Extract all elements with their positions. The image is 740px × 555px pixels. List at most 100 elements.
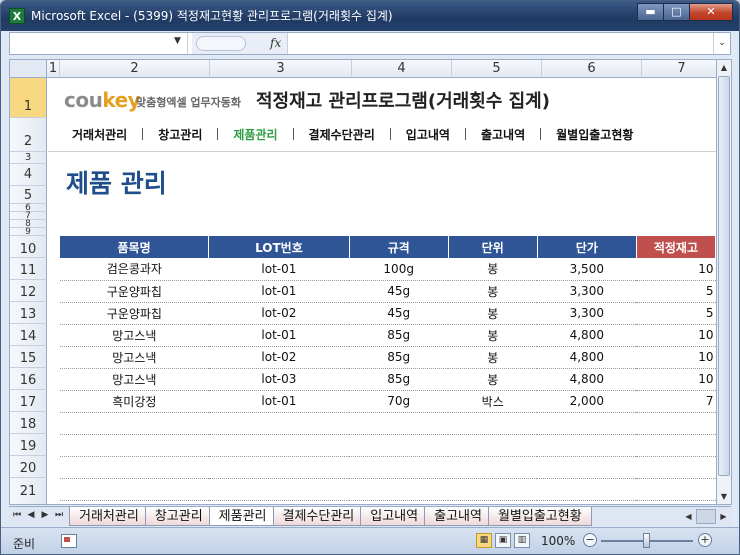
- cell-unit[interactable]: 봉: [448, 302, 538, 325]
- cell-item-name[interactable]: 구운양파칩: [60, 280, 209, 303]
- row-header[interactable]: 2: [10, 118, 47, 152]
- name-box[interactable]: [10, 33, 188, 54]
- cell-price[interactable]: 4,800: [537, 324, 637, 347]
- prev-sheet-icon[interactable]: ◀: [25, 510, 37, 520]
- macro-record-icon[interactable]: [61, 534, 77, 548]
- row-header[interactable]: 5: [10, 186, 47, 204]
- cell-spec[interactable]: 85g: [349, 368, 449, 391]
- empty-cell[interactable]: [448, 478, 538, 501]
- scroll-down-icon[interactable]: ▼: [717, 489, 731, 504]
- cell-price[interactable]: 4,800: [537, 346, 637, 369]
- zoom-out-icon[interactable]: −: [583, 533, 597, 547]
- sheet-tab-warehouse[interactable]: 창고관리: [144, 507, 213, 526]
- column-header-optimal-stock[interactable]: 적정재고: [636, 236, 716, 258]
- cell-unit[interactable]: 박스: [448, 390, 538, 413]
- vertical-scrollbar[interactable]: ▲ ▼: [717, 59, 732, 505]
- cell-optimal-stock[interactable]: 10: [636, 346, 716, 369]
- menu-item-outbound[interactable]: 출고내역: [481, 126, 525, 143]
- column-header[interactable]: 7: [642, 60, 716, 78]
- empty-cell[interactable]: [448, 456, 538, 479]
- cell-item-name[interactable]: 망고스낵: [60, 346, 209, 369]
- row-header[interactable]: 4: [10, 164, 47, 186]
- menu-item-warehouse[interactable]: 창고관리: [158, 126, 202, 143]
- cell-price[interactable]: 3,300: [537, 302, 637, 325]
- column-header[interactable]: 6: [542, 60, 642, 78]
- row-header[interactable]: 9: [10, 228, 47, 237]
- cell-optimal-stock[interactable]: 10: [636, 368, 716, 391]
- sheet-tab-products[interactable]: 제품관리: [208, 507, 277, 526]
- cell-spec[interactable]: 70g: [349, 390, 449, 413]
- normal-view-icon[interactable]: ▦: [476, 533, 492, 548]
- empty-cell[interactable]: [349, 478, 449, 501]
- expand-formula-bar-icon[interactable]: ⌄: [713, 33, 730, 54]
- cell-lot[interactable]: lot-01: [208, 390, 350, 413]
- empty-cell[interactable]: [349, 434, 449, 457]
- empty-cell[interactable]: [208, 456, 350, 479]
- cell-item-name[interactable]: 구운양파칩: [60, 302, 209, 325]
- empty-cell[interactable]: [636, 412, 716, 435]
- empty-cell[interactable]: [537, 478, 637, 501]
- page-layout-view-icon[interactable]: ▣: [495, 533, 511, 548]
- row-header[interactable]: 21: [10, 478, 47, 504]
- empty-cell[interactable]: [448, 412, 538, 435]
- cell-lot[interactable]: lot-02: [208, 302, 350, 325]
- cell-item-name[interactable]: 망고스낵: [60, 324, 209, 347]
- last-sheet-icon[interactable]: ⏭: [53, 510, 65, 520]
- cell-price[interactable]: 4,800: [537, 368, 637, 391]
- row-header[interactable]: 3: [10, 152, 47, 164]
- column-header[interactable]: 1: [47, 60, 60, 78]
- maximize-button[interactable]: □: [663, 3, 690, 21]
- row-header[interactable]: 13: [10, 302, 47, 324]
- column-header-item-name[interactable]: 품목명: [60, 236, 210, 258]
- cell-lot[interactable]: lot-01: [208, 324, 350, 347]
- cell-optimal-stock[interactable]: 5: [636, 280, 716, 303]
- select-all-corner[interactable]: [10, 60, 47, 78]
- row-header[interactable]: 20: [10, 456, 47, 478]
- row-header[interactable]: 1: [10, 78, 47, 118]
- insert-function-icon[interactable]: fx: [270, 36, 281, 50]
- page-break-view-icon[interactable]: ▥: [514, 533, 530, 548]
- menu-item-monthly[interactable]: 월별입출고현황: [556, 126, 633, 143]
- cell-item-name[interactable]: 검은콩과자: [60, 258, 209, 281]
- cell-lot[interactable]: lot-01: [208, 258, 350, 281]
- empty-cell[interactable]: [208, 412, 350, 435]
- cell-unit[interactable]: 봉: [448, 280, 538, 303]
- empty-cell[interactable]: [537, 456, 637, 479]
- zoom-in-icon[interactable]: +: [698, 533, 712, 547]
- close-button[interactable]: ✕: [689, 3, 733, 21]
- sheet-tab-outbound[interactable]: 출고내역: [424, 507, 492, 526]
- first-sheet-icon[interactable]: ⏮: [11, 510, 23, 520]
- empty-cell[interactable]: [60, 412, 209, 435]
- cell-spec[interactable]: 85g: [349, 324, 449, 347]
- column-header-price[interactable]: 단가: [537, 236, 637, 258]
- column-header[interactable]: 4: [352, 60, 452, 78]
- cell-price[interactable]: 2,000: [537, 390, 637, 413]
- cell-item-name[interactable]: 망고스낵: [60, 368, 209, 391]
- menu-item-customers[interactable]: 거래처관리: [72, 126, 127, 143]
- column-header[interactable]: 3: [210, 60, 352, 78]
- cell-spec[interactable]: 100g: [349, 258, 449, 281]
- sheet-tab-monthly[interactable]: 월별입출고현황: [487, 507, 592, 526]
- sheet-tab-inbound[interactable]: 입고내역: [360, 507, 429, 526]
- cell-lot[interactable]: lot-02: [208, 346, 350, 369]
- empty-cell[interactable]: [60, 456, 209, 479]
- column-header[interactable]: 2: [60, 60, 210, 78]
- cell-unit[interactable]: 봉: [448, 368, 538, 391]
- row-header[interactable]: 15: [10, 346, 47, 368]
- cell-lot[interactable]: lot-03: [208, 368, 350, 391]
- row-header[interactable]: 18: [10, 412, 47, 434]
- scroll-right-icon[interactable]: ▶: [716, 509, 731, 524]
- row-header[interactable]: 12: [10, 280, 47, 302]
- cell-unit[interactable]: 봉: [448, 258, 538, 281]
- empty-cell[interactable]: [537, 434, 637, 457]
- row-header[interactable]: 11: [10, 258, 47, 280]
- cell-item-name[interactable]: 흑미강정: [60, 390, 209, 413]
- cell-optimal-stock[interactable]: 10: [636, 258, 716, 281]
- excel-icon[interactable]: X: [9, 8, 25, 24]
- empty-cell[interactable]: [537, 412, 637, 435]
- cell-spec[interactable]: 85g: [349, 346, 449, 369]
- sheet-tab-payment[interactable]: 결제수단관리: [272, 507, 365, 526]
- formula-input[interactable]: [290, 33, 714, 54]
- row-header[interactable]: 14: [10, 324, 47, 346]
- menu-item-inbound[interactable]: 입고내역: [406, 126, 450, 143]
